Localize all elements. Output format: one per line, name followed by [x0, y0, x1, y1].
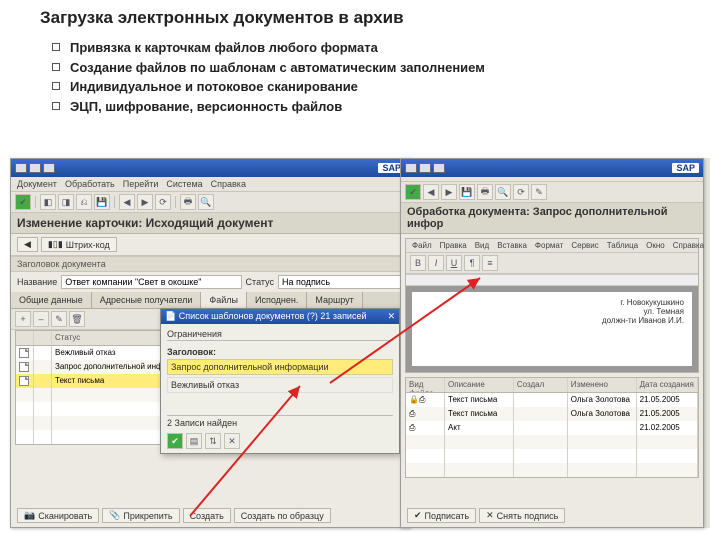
tool-icon[interactable]: 🖶 [180, 194, 196, 210]
barcode-icon: ▮▯▮ [48, 239, 63, 250]
status-label: Статус [246, 277, 274, 287]
menubar[interactable]: Документ Обработать Перейти Система Спра… [11, 177, 409, 192]
ruler [406, 274, 698, 286]
window-doc-process: SAP ✔ ◀ ▶ 💾 🖶 🔍 ⟳ ✎ Обработка документа:… [400, 158, 704, 528]
slide-title: Загрузка электронных документов в архив [0, 0, 720, 34]
menu-item[interactable]: Обработать [65, 179, 115, 189]
popup-row[interactable]: Запрос дополнительной информации [167, 359, 393, 375]
status-input[interactable] [278, 275, 403, 289]
workspace: SAP Документ Обработать Перейти Система … [10, 158, 710, 528]
window-controls[interactable] [405, 163, 445, 173]
cancel-icon[interactable]: ✕ [224, 433, 240, 449]
tool-icon[interactable]: ✎ [531, 184, 547, 200]
scan-button[interactable]: 📷 Сканировать [17, 508, 99, 523]
tool-icon[interactable]: ⎌ [76, 194, 92, 210]
tool-icon[interactable]: ◀ [423, 184, 439, 200]
section-title: Обработка документа: Запрос дополнительн… [401, 203, 703, 234]
tab-general[interactable]: Общие данные [11, 292, 92, 308]
menu-item[interactable]: Документ [17, 179, 57, 189]
ed-tool-icon[interactable]: ¶ [464, 255, 480, 271]
tool-icon[interactable]: ▶ [441, 184, 457, 200]
tab-route[interactable]: Маршрут [307, 292, 362, 308]
tool-icon[interactable]: ◨ [58, 194, 74, 210]
bullet: Индивидуальное и потоковое сканирование [70, 79, 358, 94]
table-row[interactable]: 🔒⎙ Текст письма Ольга Золотова 21.05.200… [406, 393, 698, 407]
ok-icon[interactable]: ✔ [167, 433, 183, 449]
unsign-button[interactable]: ✕ Снять подпись [479, 508, 565, 523]
popup-row[interactable]: Вежливый отказ [167, 377, 393, 393]
back-button[interactable]: ◀ [17, 237, 38, 252]
ed-tool-icon[interactable]: B [410, 255, 426, 271]
filter-icon[interactable]: ▤ [186, 433, 202, 449]
tool-icon[interactable]: 💾 [94, 194, 110, 210]
sort-icon[interactable]: ⇅ [205, 433, 221, 449]
table-row[interactable]: ⎙ Акт 21.02.2005 [406, 421, 698, 435]
doc-icon [19, 376, 29, 386]
tab-exec[interactable]: Исподнен. [247, 292, 307, 308]
bullet: Привязка к карточкам файлов любого форма… [70, 40, 378, 55]
name-label: Название [17, 277, 57, 287]
bullet: ЭЦП, шифрование, версионность файлов [70, 99, 342, 114]
tool-icon[interactable]: ⟳ [155, 194, 171, 210]
toolbar: ✔ ◧ ◨ ⎌ 💾 ◀ ▶ ⟳ 🖶 🔍 [11, 192, 409, 213]
bullet: Создание файлов по шаблонам с автоматиче… [70, 60, 485, 75]
tool-green-icon[interactable]: ✔ [15, 194, 31, 210]
tab-recipients[interactable]: Адресные получатели [92, 292, 202, 308]
tabs: Общие данные Адресные получатели Файлы И… [11, 292, 409, 309]
menu-item[interactable]: Перейти [123, 179, 159, 189]
section-title: Изменение карточки: Исходящий документ [11, 213, 409, 234]
popup-title: 📄 Список шаблонов документов (?) 21 запи… [165, 311, 367, 322]
grid-tool-icon[interactable]: ✎ [51, 311, 67, 327]
editor-menubar[interactable]: ФайлПравка ВидВставка ФорматСервис Табли… [406, 239, 698, 253]
popup-records: 2 Записи найден [167, 415, 393, 430]
tool-icon[interactable]: 🔍 [495, 184, 511, 200]
versions-grid[interactable]: Вид файла Описание Создал Изменено Дата … [405, 377, 699, 478]
create-button[interactable]: Создать [183, 508, 231, 523]
tool-icon[interactable]: ◀ [119, 194, 135, 210]
grid-tool-icon[interactable]: 🗑 [69, 311, 85, 327]
grid-tool-icon[interactable]: – [33, 311, 49, 327]
bullet-list: Привязка к карточкам файлов любого форма… [0, 34, 720, 124]
window-controls[interactable] [15, 163, 55, 173]
menu-item[interactable]: Система [166, 179, 202, 189]
menu-item[interactable]: Справка [211, 179, 246, 189]
editor-page[interactable]: г. Новокукушкино ул. Темная должн-ти Ива… [412, 292, 692, 366]
doc-icon [19, 362, 29, 372]
grid-tool-icon[interactable]: + [15, 311, 31, 327]
tool-icon[interactable]: 🔍 [198, 194, 214, 210]
table-row[interactable]: ⎙ Текст письма Ольга Золотова 21.05.2005 [406, 407, 698, 421]
ed-tool-icon[interactable]: U [446, 255, 462, 271]
tool-icon[interactable]: ◧ [40, 194, 56, 210]
sap-logo-icon: SAP [672, 163, 699, 173]
popup-heading: Заголовок: [167, 347, 393, 357]
tool-icon[interactable]: 💾 [459, 184, 475, 200]
attach-button[interactable]: 📎 Прикрепить [102, 508, 179, 523]
tool-green-icon[interactable]: ✔ [405, 184, 421, 200]
name-input[interactable] [61, 275, 241, 289]
ed-tool-icon[interactable]: I [428, 255, 444, 271]
tool-icon[interactable]: ⟳ [513, 184, 529, 200]
create-by-template-button[interactable]: Создать по образцу [234, 508, 331, 523]
sign-button[interactable]: ✔ Подписать [407, 508, 476, 523]
popup-sub: Ограничения [167, 328, 393, 341]
doc-icon [19, 348, 29, 358]
template-popup: 📄 Список шаблонов документов (?) 21 запи… [160, 308, 400, 454]
tab-files[interactable]: Файлы [201, 292, 247, 309]
tool-icon[interactable]: 🖶 [477, 184, 493, 200]
ed-tool-icon[interactable]: ≡ [482, 255, 498, 271]
group-header: Заголовок документа [11, 256, 409, 272]
tool-icon[interactable]: ▶ [137, 194, 153, 210]
close-icon[interactable]: ✕ [387, 311, 395, 322]
barcode-button[interactable]: ▮▯▮ Штрих-код [41, 237, 117, 252]
